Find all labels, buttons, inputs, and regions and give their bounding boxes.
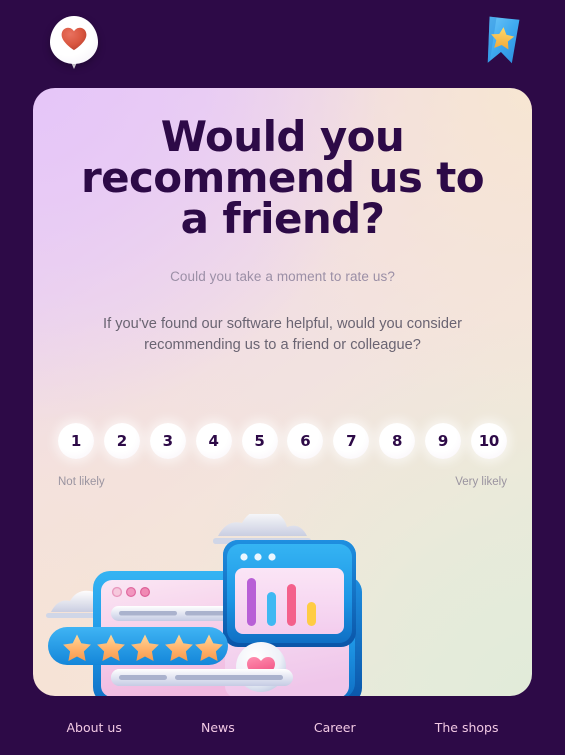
survey-page: Would you recommend us to a friend? Coul… bbox=[0, 0, 565, 755]
footer-link-career[interactable]: Career bbox=[314, 720, 356, 735]
rating-option-2[interactable]: 2 bbox=[103, 423, 140, 459]
star-rating-banner bbox=[48, 627, 228, 665]
footer-link-about-us[interactable]: About us bbox=[67, 720, 122, 735]
heart-location-pin-icon[interactable] bbox=[50, 16, 98, 72]
rating-option-7[interactable]: 7 bbox=[333, 423, 370, 459]
main-window-footer-input bbox=[111, 669, 293, 686]
scale-high-label: Very likely bbox=[455, 476, 507, 488]
bookmark-star-icon[interactable] bbox=[478, 14, 523, 70]
page-title: Would you recommend us to a friend? bbox=[80, 112, 485, 243]
feedback-dashboard-illustration bbox=[33, 514, 532, 696]
card-body-text: If you've found our software helpful, wo… bbox=[103, 316, 462, 353]
survey-card: Would you recommend us to a friend? Coul… bbox=[33, 88, 532, 696]
card-subtitle: Could you take a moment to rate us? bbox=[170, 269, 395, 284]
footer-link-the-shops[interactable]: The shops bbox=[435, 720, 499, 735]
scale-labels: Not likely Very likely bbox=[58, 476, 507, 488]
rating-option-5[interactable]: 5 bbox=[241, 423, 278, 459]
rating-option-1[interactable]: 1 bbox=[58, 423, 94, 459]
rating-option-4[interactable]: 4 bbox=[195, 423, 232, 459]
rating-option-10[interactable]: 10 bbox=[470, 423, 507, 459]
rating-option-9[interactable]: 9 bbox=[425, 423, 461, 459]
rating-option-3[interactable]: 3 bbox=[149, 423, 186, 459]
pin-heart-shape bbox=[61, 27, 87, 51]
rating-option-6[interactable]: 6 bbox=[287, 423, 324, 459]
footer-links: About us News Career The shops bbox=[67, 720, 499, 735]
rating-option-8[interactable]: 8 bbox=[379, 423, 416, 459]
footer-link-news[interactable]: News bbox=[201, 720, 235, 735]
rating-scale: 1 2 3 4 5 6 7 8 9 10 bbox=[58, 423, 507, 459]
footer: About us News Career The shops bbox=[0, 699, 565, 755]
scale-low-label: Not likely bbox=[58, 476, 105, 488]
top-bar bbox=[0, 0, 565, 84]
